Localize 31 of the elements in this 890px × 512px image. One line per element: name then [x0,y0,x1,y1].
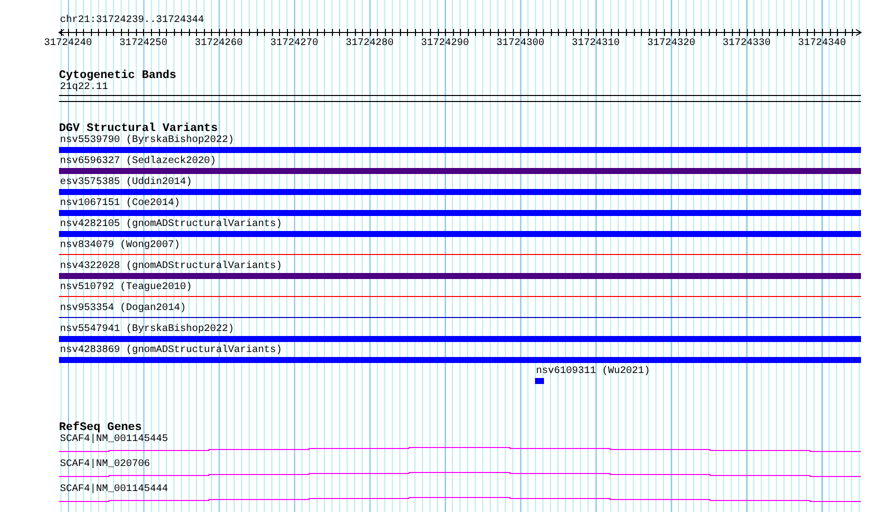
gene-label: SCAF4|NM_001145445 [60,434,168,446]
track-title: RefSeq Genes [59,422,142,434]
ruler-tick-label: 31724320 [647,38,696,49]
variant-label: nsv834079 (Wong2007) [60,240,180,252]
band-label: 21q22.11 [60,82,108,94]
variant-label: nsv4282105 (gnomADStructuralVariants) [60,219,282,231]
track-title: Cytogenetic Bands [59,70,176,82]
variant-label: nsv953354 (Dogan2014) [60,303,186,315]
variant-label: nsv1067151 (Coe2014) [60,198,180,210]
ruler-tick-label: 31724340 [798,38,846,49]
variant-label: nsv6596327 (Sedlazeck2020) [60,156,216,168]
variant-label: nsv4322028 (gnomADStructuralVariants) [60,261,282,273]
ruler-tick-label: 31724310 [572,38,620,49]
variant-label: esv3575385 (Uddin2014) [60,177,192,189]
variant-label: nsv6109311 (Wu2021) [536,366,650,378]
ruler-tick-label: 31724270 [270,38,318,49]
gene-label: SCAF4|NM_020706 [60,459,150,471]
variant-label: nsv510792 (Teague2010) [60,282,192,294]
ruler-tick-label: 31724300 [496,38,544,49]
variant-label: nsv5539790 (ByrskaBishop2022) [60,135,234,147]
location-label: chr21:31724239..31724344 [60,15,204,27]
gene-label: SCAF4|NM_001145444 [60,484,168,496]
variant-label: nsv5547941 (ByrskaBishop2022) [60,324,234,336]
ruler-tick-label: 31724330 [722,38,771,49]
ruler-tick-label: 31724260 [194,38,243,49]
ruler-tick-label: 31724250 [119,38,168,49]
ruler-tick-label: 31724240 [44,38,92,49]
track-title: DGV Structural Variants [59,123,218,135]
ruler-tick-label: 31724290 [421,38,469,49]
variant-label: nsv4283869 (gnomADStructuralVariants) [60,345,282,357]
ruler-tick-label: 31724280 [346,38,394,49]
